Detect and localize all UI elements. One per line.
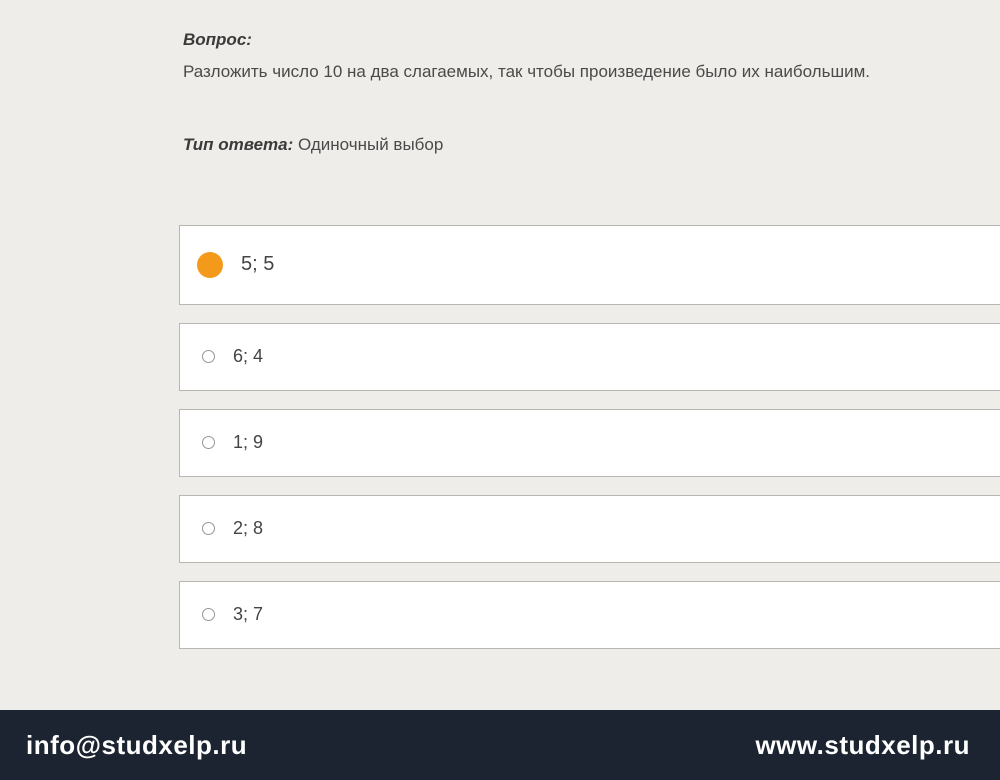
option-5[interactable]: 3; 7 — [179, 581, 1000, 649]
question-page: Вопрос: Разложить число 10 на два слагае… — [158, 0, 1000, 710]
option-label: 6; 4 — [233, 346, 263, 367]
radio-empty-icon — [202, 608, 215, 621]
question-text: Разложить число 10 на два слагаемых, так… — [183, 60, 975, 85]
option-label: 5; 5 — [241, 253, 274, 276]
question-block: Вопрос: Разложить число 10 на два слагае… — [158, 0, 1000, 155]
options-list: 5; 5 6; 4 1; 9 2; 8 3; 7 — [158, 225, 1000, 649]
answer-type-label: Тип ответа: — [183, 135, 293, 154]
footer-site: www.studxelp.ru — [755, 730, 970, 761]
footer-bar: info@studxelp.ru www.studxelp.ru — [0, 710, 1000, 780]
footer-email: info@studxelp.ru — [26, 730, 247, 761]
radio-selected-icon — [197, 252, 223, 278]
radio-empty-icon — [202, 350, 215, 363]
option-2[interactable]: 6; 4 — [179, 323, 1000, 391]
option-label: 2; 8 — [233, 518, 263, 539]
radio-empty-icon — [202, 522, 215, 535]
option-label: 1; 9 — [233, 432, 263, 453]
option-3[interactable]: 1; 9 — [179, 409, 1000, 477]
answer-type-value: Одиночный выбор — [298, 135, 443, 154]
question-label: Вопрос: — [183, 30, 975, 50]
answer-type: Тип ответа: Одиночный выбор — [183, 135, 975, 155]
radio-empty-icon — [202, 436, 215, 449]
option-1[interactable]: 5; 5 — [179, 225, 1000, 305]
option-4[interactable]: 2; 8 — [179, 495, 1000, 563]
option-label: 3; 7 — [233, 604, 263, 625]
